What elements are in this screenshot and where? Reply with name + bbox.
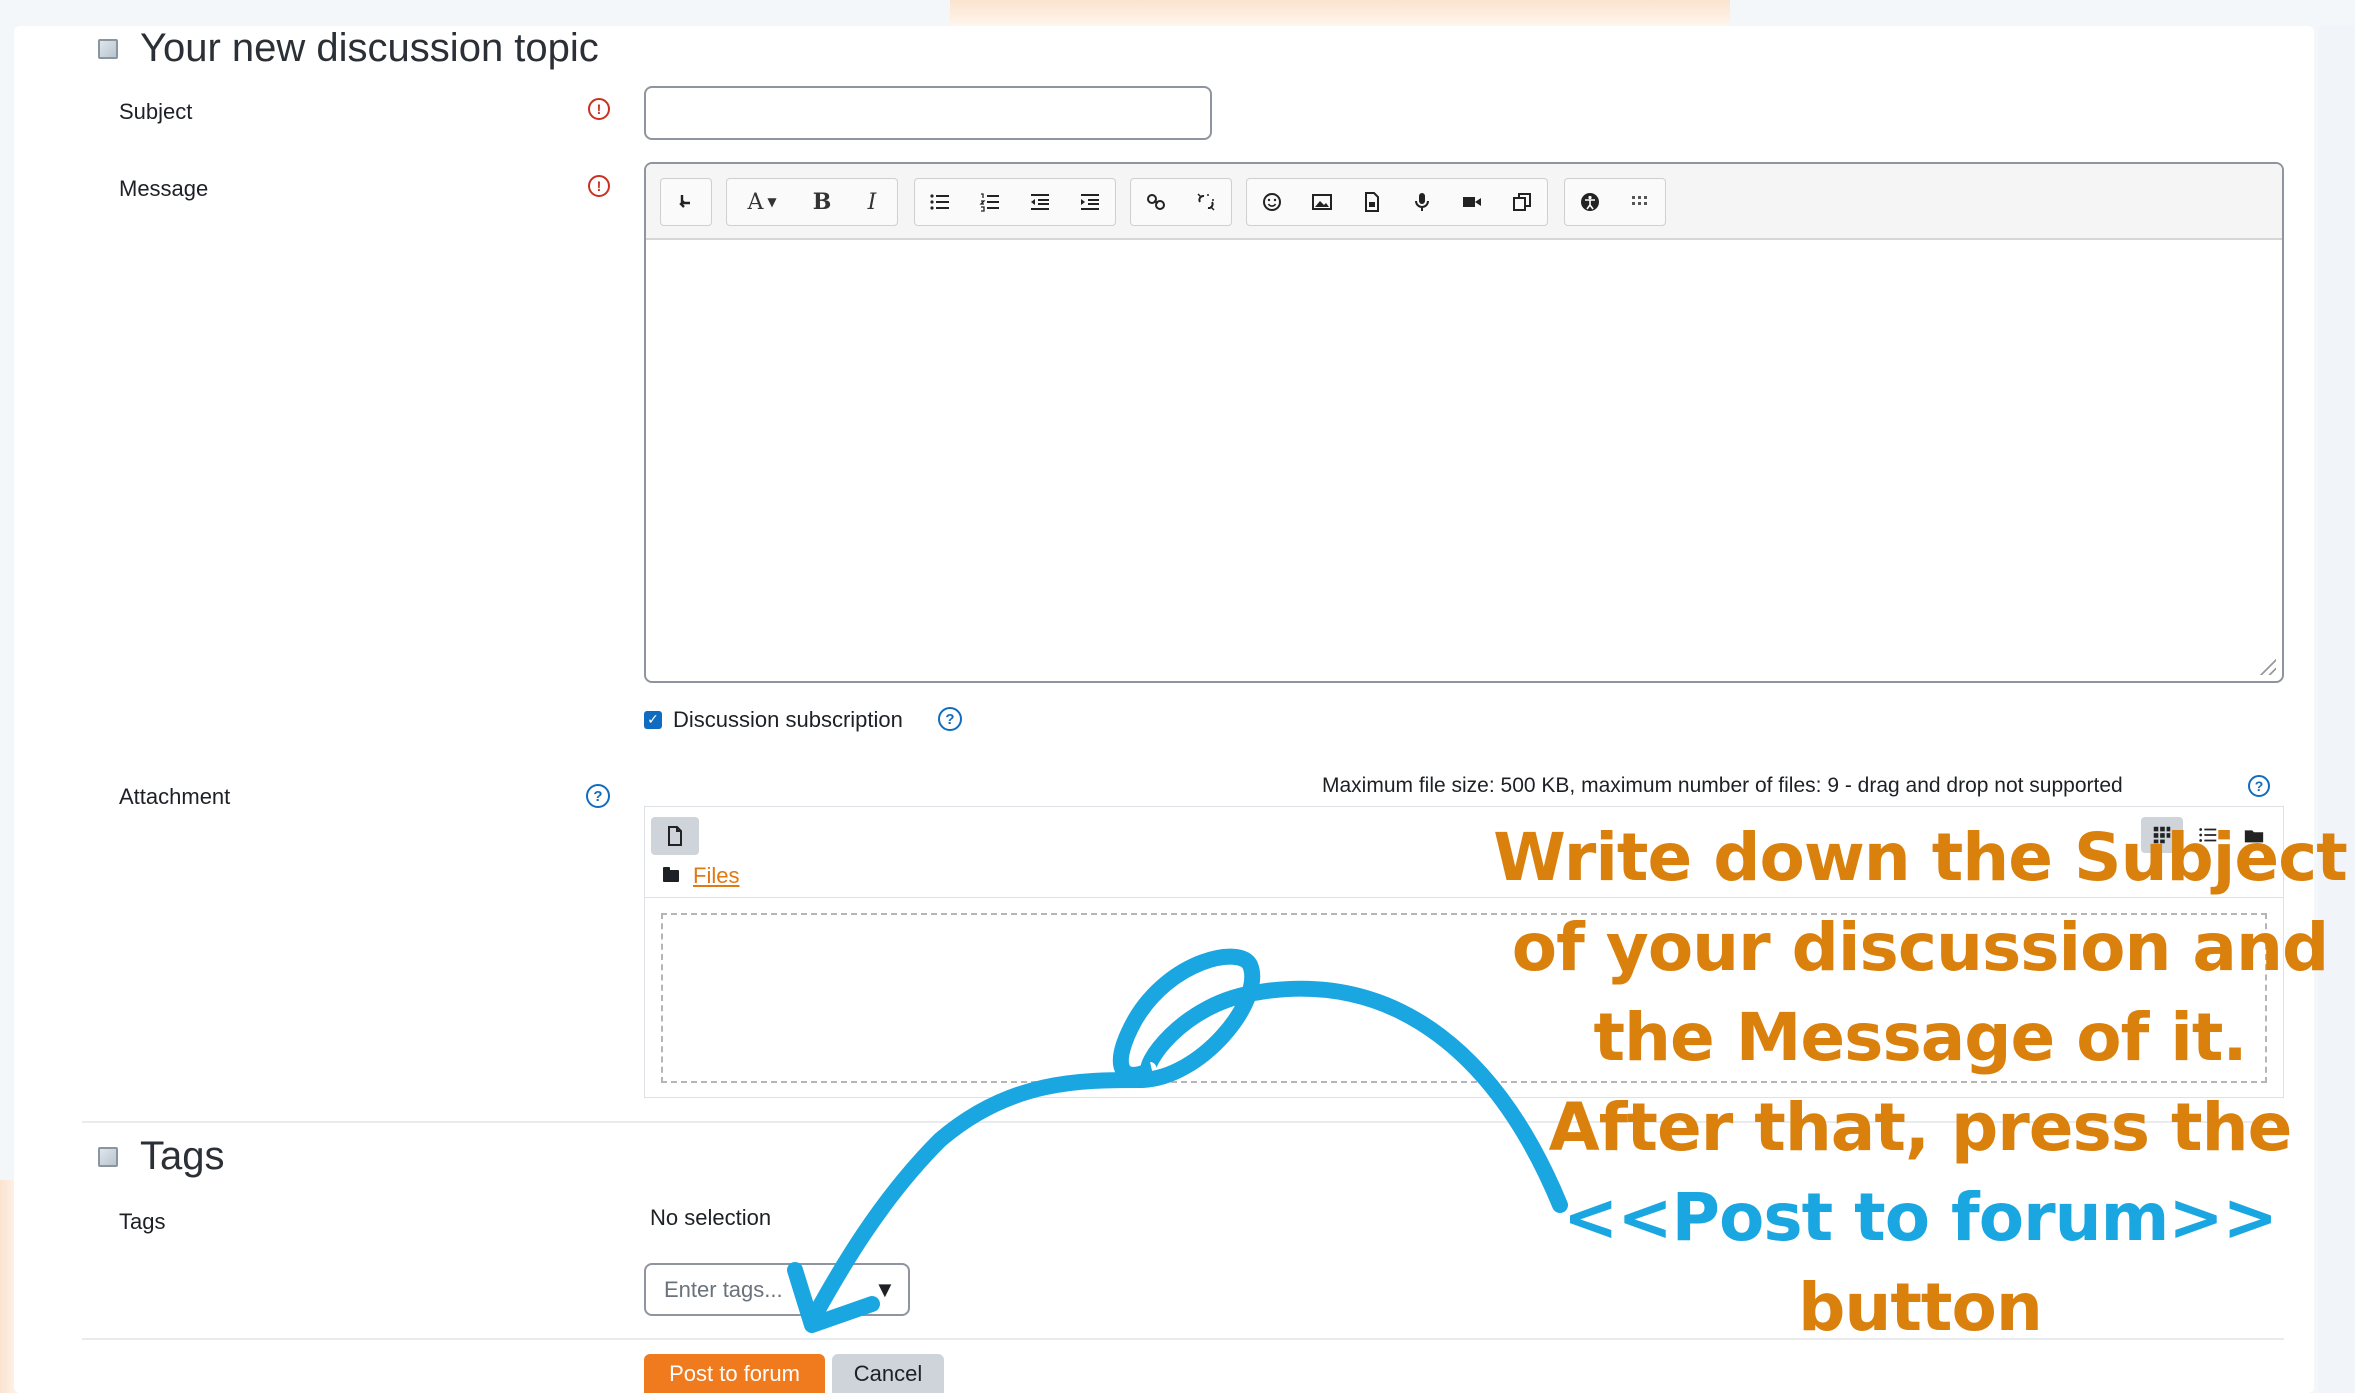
required-icon: ! bbox=[588, 175, 610, 197]
annotation-emphasis: Message bbox=[1735, 999, 2056, 1076]
message-editor[interactable]: A ▼ B I bbox=[644, 162, 2284, 683]
record-video-icon[interactable] bbox=[1447, 179, 1497, 225]
editor-toolbar: A ▼ B I bbox=[646, 164, 2282, 240]
attachment-limits: Maximum file size: 500 KB, maximum numbe… bbox=[1322, 774, 2123, 797]
post-to-forum-button[interactable]: Post to forum bbox=[644, 1354, 825, 1393]
tags-section-header[interactable]: Tags bbox=[98, 1134, 225, 1179]
annotation-line: of your discussion and bbox=[1511, 909, 2329, 986]
message-label: Message bbox=[119, 176, 209, 201]
instruction-annotation: Write down the Subject of your discussio… bbox=[1490, 813, 2350, 1353]
outdent-icon[interactable] bbox=[1015, 179, 1065, 225]
help-icon[interactable]: ? bbox=[586, 784, 610, 808]
bullet-list-icon[interactable] bbox=[915, 179, 965, 225]
annotation-line: the Message of it. bbox=[1490, 993, 2350, 1083]
toolbar-group-lists bbox=[914, 178, 1116, 226]
tags-placeholder: Enter tags... bbox=[664, 1277, 783, 1302]
attachment-label: Attachment bbox=[119, 784, 231, 809]
cancel-button[interactable]: Cancel bbox=[832, 1354, 944, 1393]
copy-icon[interactable] bbox=[1497, 179, 1547, 225]
add-file-button[interactable] bbox=[651, 817, 699, 855]
collapse-section-icon[interactable] bbox=[98, 1146, 118, 1167]
file-icon bbox=[668, 826, 682, 846]
undo-icon[interactable] bbox=[661, 179, 711, 225]
annotation-line: <<Post to forum>> bbox=[1563, 1179, 2278, 1256]
more-icon[interactable] bbox=[1615, 179, 1665, 225]
collapse-section-icon[interactable] bbox=[98, 38, 118, 59]
italic-icon[interactable]: I bbox=[847, 179, 897, 225]
decorative-banner bbox=[950, 0, 1730, 26]
image-icon[interactable] bbox=[1297, 179, 1347, 225]
file-path: Files bbox=[663, 863, 739, 889]
annotation-text: the bbox=[1593, 999, 1736, 1076]
annotation-emphasis: Subject bbox=[2074, 819, 2348, 896]
bold-icon[interactable]: B bbox=[797, 179, 847, 225]
folder-icon bbox=[663, 867, 679, 882]
subscription-label: Discussion subscription bbox=[673, 707, 903, 732]
toolbar-group-links bbox=[1130, 178, 1232, 226]
chevron-down-icon[interactable]: ▼ bbox=[874, 1277, 896, 1303]
numbered-list-icon[interactable] bbox=[965, 179, 1015, 225]
help-icon[interactable]: ? bbox=[2248, 775, 2270, 797]
subject-label: Subject bbox=[119, 99, 193, 124]
annotation-text: Write down the bbox=[1493, 819, 2075, 896]
link-icon[interactable] bbox=[1131, 179, 1181, 225]
annotation-line: Write down the Subject bbox=[1490, 813, 2350, 903]
tags-label: Tags bbox=[119, 1209, 166, 1234]
resize-handle[interactable] bbox=[2258, 657, 2276, 675]
annotation-line: button bbox=[1798, 1269, 2043, 1346]
accessibility-icon[interactable] bbox=[1565, 179, 1615, 225]
annotation-text: of it. bbox=[2054, 999, 2247, 1076]
subscription-checkbox[interactable]: ✓ bbox=[644, 711, 662, 729]
tags-input[interactable]: Enter tags... ▼ bbox=[644, 1263, 910, 1316]
annotation-line: After that, press the bbox=[1548, 1089, 2293, 1166]
files-link[interactable]: Files bbox=[693, 863, 739, 889]
topic-section-header[interactable]: Your new discussion topic bbox=[98, 26, 599, 71]
help-icon[interactable]: ? bbox=[938, 707, 962, 731]
font-size-label: A bbox=[747, 189, 764, 215]
font-size-icon[interactable]: A ▼ bbox=[727, 179, 797, 225]
section-title: Your new discussion topic bbox=[140, 26, 599, 70]
subject-input[interactable] bbox=[644, 86, 1212, 140]
toolbar-group-misc bbox=[1564, 178, 1666, 226]
media-icon[interactable] bbox=[1347, 179, 1397, 225]
toolbar-group-undo bbox=[660, 178, 712, 226]
toolbar-group-insert bbox=[1246, 178, 1548, 226]
unlink-icon[interactable] bbox=[1181, 179, 1231, 225]
section-title: Tags bbox=[140, 1134, 225, 1178]
required-icon: ! bbox=[588, 98, 610, 120]
indent-icon[interactable] bbox=[1065, 179, 1115, 225]
emoji-icon[interactable] bbox=[1247, 179, 1297, 225]
tags-no-selection: No selection bbox=[650, 1205, 772, 1230]
record-audio-icon[interactable] bbox=[1397, 179, 1447, 225]
toolbar-group-text: A ▼ B I bbox=[726, 178, 898, 226]
